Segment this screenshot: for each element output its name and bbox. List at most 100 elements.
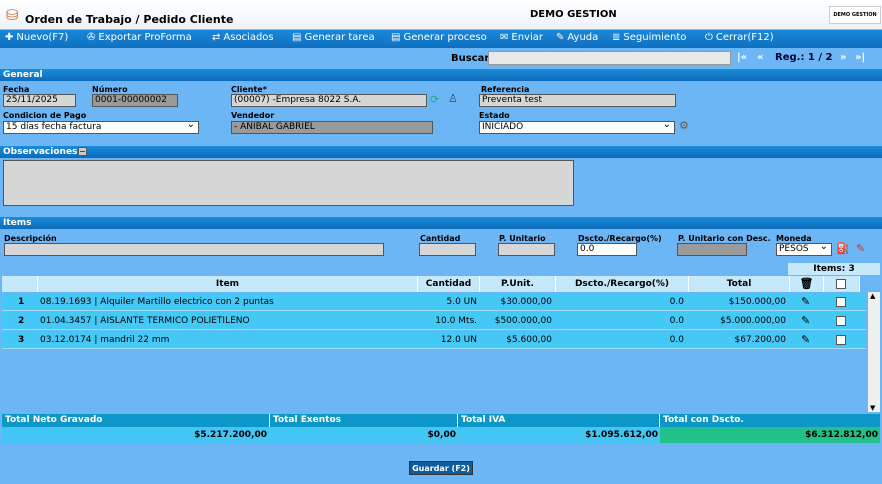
edit-row-icon[interactable]: ✎: [801, 293, 810, 311]
search-label: Buscar: [451, 53, 490, 64]
refresh-client-icon[interactable]: ⟳: [430, 93, 439, 106]
row-checkbox[interactable]: [836, 297, 846, 307]
grid-scrollbar[interactable]: ▲ ▼: [868, 292, 880, 412]
clear-item-icon[interactable]: ✎: [856, 242, 865, 255]
total-iva-label: Total IVA: [458, 414, 660, 427]
seguimiento-button[interactable]: ≣ Seguimiento: [612, 32, 686, 43]
grid-header-item: Item: [38, 276, 418, 292]
cantidad-input[interactable]: [419, 243, 476, 256]
client-user-icon[interactable]: ♙: [448, 92, 458, 105]
condicion-pago-select[interactable]: 15 días fecha factura: [3, 119, 199, 134]
row-index: 3: [18, 335, 25, 345]
estado-select[interactable]: INICIADO: [479, 119, 675, 134]
last-record-button[interactable]: »|: [855, 52, 865, 63]
enviar-label: Enviar: [511, 32, 543, 43]
descripcion-input[interactable]: [4, 243, 384, 256]
guardar-button[interactable]: Guardar (F2): [409, 461, 473, 475]
dscto-label: Dscto./Recargo(%): [578, 234, 662, 243]
observaciones-title: Observaciones: [3, 147, 78, 157]
moneda-select[interactable]: PESOS: [776, 241, 832, 256]
items-grid: Item Cantidad P.Unit. Dscto./Recargo(%) …: [2, 276, 880, 412]
generar-proceso-label: Generar proceso: [403, 32, 487, 43]
row-cantidad: 5.0 UN: [446, 297, 478, 307]
condicion-pago-label: Condicion de Pago: [3, 111, 87, 120]
exportar-proforma-button[interactable]: ✇ Exportar ProForma: [87, 32, 192, 43]
row-total: $67.200,00: [734, 335, 786, 345]
grid-header-delete: 🗑: [790, 276, 824, 292]
vendedor-field: - ANIBAL GABRIEL: [231, 121, 433, 134]
first-record-button[interactable]: |«: [737, 52, 747, 63]
total-exentos-value: $0,00: [427, 430, 456, 440]
table-row[interactable]: 3 03.12.0174 | mandril 22 mm 12.0 UN $5.…: [2, 331, 866, 349]
punitario-desc-field: [677, 243, 747, 256]
scroll-down-icon[interactable]: ▼: [870, 404, 875, 412]
total-con-dscto-label: Total con Dscto.: [663, 415, 744, 425]
estado-label: Estado: [479, 111, 510, 120]
row-checkbox[interactable]: [836, 335, 846, 345]
scroll-up-icon[interactable]: ▲: [870, 292, 875, 300]
fecha-field[interactable]: 25/11/2025: [3, 94, 76, 107]
referencia-field[interactable]: Preventa test: [479, 94, 676, 107]
row-dscto: 0.0: [669, 335, 684, 345]
grid-header-select: [824, 276, 860, 292]
cerrar-label: Cerrar(F12): [715, 32, 774, 43]
grid-header-punit: P.Unit.: [480, 276, 556, 292]
help-icon: ✎: [556, 32, 565, 43]
cliente-field[interactable]: (00007) -Empresa 8022 S.A.: [231, 94, 427, 107]
edit-row-icon[interactable]: ✎: [801, 312, 810, 330]
dscto-input[interactable]: 0.0: [577, 243, 637, 256]
tracking-icon: ≣: [612, 32, 621, 43]
cantidad-label: Cantidad: [420, 234, 461, 243]
cliente-label: Cliente*: [231, 85, 267, 94]
row-punit: $500.000,00: [494, 316, 552, 326]
grid-header-cantidad: Cantidad: [418, 276, 480, 292]
generar-proceso-button[interactable]: ▤ Generar proceso: [391, 32, 487, 43]
ayuda-button[interactable]: ✎ Ayuda: [556, 32, 598, 43]
company-name: DEMO GESTION: [530, 9, 617, 20]
asociados-label: Asociados: [223, 32, 274, 43]
trash-icon: 🗑: [799, 277, 814, 290]
table-row[interactable]: 1 08.19.1693 | Alquiler Martillo electri…: [2, 293, 866, 311]
observaciones-textarea[interactable]: [3, 160, 574, 206]
edit-row-icon[interactable]: ✎: [801, 331, 810, 349]
row-total: $5.000.000,00: [720, 316, 786, 326]
add-item-icon[interactable]: ⛽: [836, 242, 850, 255]
grid-header-total: Total: [689, 276, 790, 292]
items-count: Items: 3: [788, 263, 880, 275]
associates-icon: ⇄: [212, 32, 221, 43]
vendedor-label: Vendedor: [231, 111, 275, 120]
punitario-label: P. Unitario: [499, 234, 546, 243]
seguimiento-label: Seguimiento: [623, 32, 687, 43]
prev-record-button[interactable]: «: [757, 52, 763, 63]
row-checkbox[interactable]: [836, 316, 846, 326]
select-all-checkbox[interactable]: [836, 279, 846, 289]
record-counter: Reg.: 1 / 2: [775, 52, 833, 63]
asociados-button[interactable]: ⇄ Asociados: [212, 32, 274, 43]
nuevo-button[interactable]: ✚ Nuevo(F7): [5, 32, 68, 43]
row-punit: $30.000,00: [500, 297, 552, 307]
cerrar-button[interactable]: ⏻ Cerrar(F12): [705, 32, 774, 43]
next-record-button[interactable]: »: [840, 52, 846, 63]
total-exentos-label: Total Exentos: [270, 414, 458, 427]
row-item: 01.04.3457 | AISLANTE TERMICO POLIETILEN…: [40, 316, 250, 326]
generar-tarea-button[interactable]: ▤ Generar tarea: [292, 32, 375, 43]
row-index: 2: [18, 316, 25, 326]
row-total: $150.000,00: [728, 297, 786, 307]
search-input[interactable]: [488, 51, 731, 65]
items-section-header: Items: [0, 217, 882, 229]
totals-header: Total Neto Gravado Total Exentos Total I…: [2, 414, 880, 427]
row-dscto: 0.0: [669, 316, 684, 326]
numero-field: 0001-00000002: [92, 94, 178, 107]
punitario-input[interactable]: [498, 243, 555, 256]
task-icon: ▤: [292, 32, 302, 43]
descripcion-label: Descripción: [4, 234, 57, 243]
table-row[interactable]: 2 01.04.3457 | AISLANTE TERMICO POLIETIL…: [2, 312, 866, 330]
row-index: 1: [18, 297, 25, 307]
row-cantidad: 10.0 Mts.: [435, 316, 477, 326]
collapse-observaciones-button[interactable]: −: [78, 147, 87, 156]
estado-settings-icon[interactable]: ⚙: [679, 119, 689, 132]
new-icon: ✚: [5, 32, 14, 43]
process-icon: ▤: [391, 32, 401, 43]
enviar-button[interactable]: ✉ Enviar: [500, 32, 543, 43]
app-icon: ⛁: [6, 6, 19, 24]
